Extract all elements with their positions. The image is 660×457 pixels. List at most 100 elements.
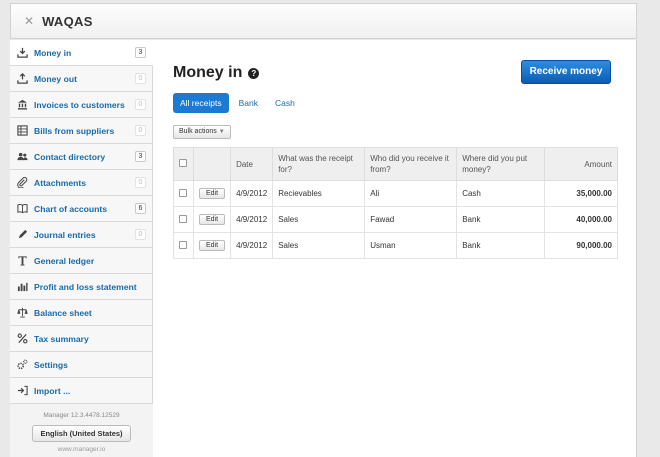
- sidebar-item-attachments[interactable]: Attachments 0: [10, 170, 153, 196]
- scale-icon: [16, 307, 28, 319]
- upload-tray-icon: [16, 73, 28, 85]
- pencil-icon: [16, 229, 28, 241]
- cell-where: Bank: [456, 206, 546, 233]
- row-edit-cell: Edit: [192, 180, 232, 207]
- cell-date: 4/9/2012: [230, 206, 274, 233]
- edit-button[interactable]: Edit: [199, 214, 226, 225]
- sidebar-item-label: Balance sheet: [34, 307, 92, 318]
- sidebar-item-label: General ledger: [34, 255, 95, 266]
- language-button[interactable]: English (United States): [32, 425, 131, 442]
- sidebar-item-invoices[interactable]: Invoices to customers 0: [10, 92, 153, 118]
- cell-receipt-for: Sales: [272, 206, 366, 233]
- import-icon: [16, 385, 28, 397]
- tab-cash[interactable]: Cash: [268, 93, 302, 113]
- sidebar-item-label: Invoices to customers: [34, 99, 125, 110]
- sidebar-item-label: Import ...: [34, 385, 71, 396]
- receive-money-button[interactable]: Receive money: [521, 60, 611, 84]
- select-all-cell: [173, 147, 194, 181]
- column-where[interactable]: Where did you put money?: [456, 147, 546, 181]
- spreadsheet-icon: [16, 125, 28, 137]
- cell-date: 4/9/2012: [230, 180, 274, 207]
- row-checkbox[interactable]: [179, 214, 187, 223]
- sidebar-item-tax-summary[interactable]: Tax summary: [10, 326, 153, 352]
- page-title: Money in ?: [173, 64, 260, 82]
- cell-received-from: Ali: [364, 180, 458, 207]
- column-received-from[interactable]: Who did you receive it from?: [364, 147, 458, 181]
- sidebar-item-import[interactable]: Import ...: [10, 378, 153, 404]
- sidebar-item-general-ledger[interactable]: General ledger: [10, 248, 153, 274]
- sidebar-item-label: Money out: [34, 73, 77, 84]
- row-edit-cell: Edit: [192, 232, 232, 259]
- row-select-cell: [173, 180, 194, 207]
- row-checkbox[interactable]: [179, 188, 187, 197]
- sidebar-item-label: Attachments: [34, 177, 87, 188]
- cell-where: Cash: [456, 180, 546, 207]
- sidebar-item-label: Journal entries: [34, 229, 96, 240]
- bulk-actions-button[interactable]: Bulk actions ▼: [173, 125, 231, 139]
- cell-receipt-for: Sales: [272, 232, 366, 259]
- row-select-cell: [173, 206, 194, 233]
- count-badge: 0: [135, 125, 146, 136]
- sidebar-item-journal-entries[interactable]: Journal entries 0: [10, 222, 153, 248]
- row-edit-cell: Edit: [192, 206, 232, 233]
- count-badge: 0: [135, 177, 146, 188]
- cell-received-from: Usman: [364, 232, 458, 259]
- table-row: Edit 4/9/2012 Recievables Ali Cash 35,00…: [173, 180, 618, 207]
- sidebar-item-label: Tax summary: [34, 333, 89, 344]
- sidebar-item-chart-of-accounts[interactable]: Chart of accounts 6: [10, 196, 153, 222]
- close-icon[interactable]: ✕: [24, 15, 34, 27]
- sidebar-item-contacts[interactable]: Contact directory 3: [10, 144, 153, 170]
- bulk-actions-label: Bulk actions: [179, 128, 217, 135]
- version-text: Manager 12.3.4478.12529: [43, 412, 120, 419]
- sidebar-footer: Manager 12.3.4478.12529 English (United …: [10, 404, 153, 453]
- count-badge: 6: [135, 203, 146, 214]
- count-badge: 3: [135, 151, 146, 162]
- edit-button[interactable]: Edit: [199, 188, 226, 199]
- column-date[interactable]: Date: [230, 147, 274, 181]
- cell-amount: 35,000.00: [544, 180, 618, 207]
- count-badge: 0: [135, 229, 146, 240]
- sidebar-item-balance-sheet[interactable]: Balance sheet: [10, 300, 153, 326]
- tab-all-receipts[interactable]: All receipts: [173, 93, 229, 113]
- main-panel: Money in ? Receive money All receipts Ba…: [153, 40, 637, 457]
- caret-down-icon: ▼: [218, 129, 225, 135]
- site-link[interactable]: www.manager.io: [10, 446, 153, 453]
- help-icon[interactable]: ?: [248, 67, 260, 79]
- sidebar-item-settings[interactable]: Settings: [10, 352, 153, 378]
- receipts-table: Date What was the receipt for? Who did y…: [173, 147, 618, 259]
- sidebar-item-label: Money in: [34, 47, 72, 58]
- count-badge: 0: [135, 99, 146, 110]
- gears-icon: [16, 359, 28, 371]
- count-badge: 3: [135, 47, 146, 58]
- edit-button[interactable]: Edit: [199, 240, 226, 251]
- tab-bank[interactable]: Bank: [232, 93, 265, 113]
- company-header: ✕ WAQAS: [10, 3, 637, 39]
- select-all-checkbox[interactable]: [179, 158, 187, 167]
- sidebar-item-bills[interactable]: Bills from suppliers 0: [10, 118, 153, 144]
- table-row: Edit 4/9/2012 Sales Usman Bank 90,000.00: [173, 232, 618, 259]
- row-select-cell: [173, 232, 194, 259]
- sidebar-item-money-out[interactable]: Money out 0: [10, 66, 153, 92]
- sidebar-item-money-in[interactable]: Money in 3: [10, 40, 153, 66]
- download-tray-icon: [16, 47, 28, 59]
- bank-icon: [16, 99, 28, 111]
- count-badge: 0: [135, 73, 146, 84]
- sidebar-item-profit-loss[interactable]: Profit and loss statement: [10, 274, 153, 300]
- sidebar-item-label: Contact directory: [34, 151, 106, 162]
- column-receipt-for[interactable]: What was the receipt for?: [272, 147, 366, 181]
- cell-received-from: Fawad: [364, 206, 458, 233]
- sidebar-item-label: Settings: [34, 359, 68, 370]
- receipt-tabs: All receipts Bank Cash: [173, 93, 305, 113]
- table-header-row: Date What was the receipt for? Who did y…: [173, 147, 618, 181]
- column-amount[interactable]: Amount: [544, 147, 618, 181]
- cell-amount: 90,000.00: [544, 232, 618, 259]
- sidebar-item-label: Chart of accounts: [34, 203, 108, 214]
- cell-date: 4/9/2012: [230, 232, 274, 259]
- cell-where: Bank: [456, 232, 546, 259]
- page-title-text: Money in: [173, 64, 243, 81]
- edit-column-header: [192, 147, 232, 181]
- row-checkbox[interactable]: [179, 240, 187, 249]
- cell-receipt-for: Recievables: [272, 180, 366, 207]
- sidebar-item-label: Bills from suppliers: [34, 125, 115, 136]
- letter-t-icon: [16, 255, 28, 267]
